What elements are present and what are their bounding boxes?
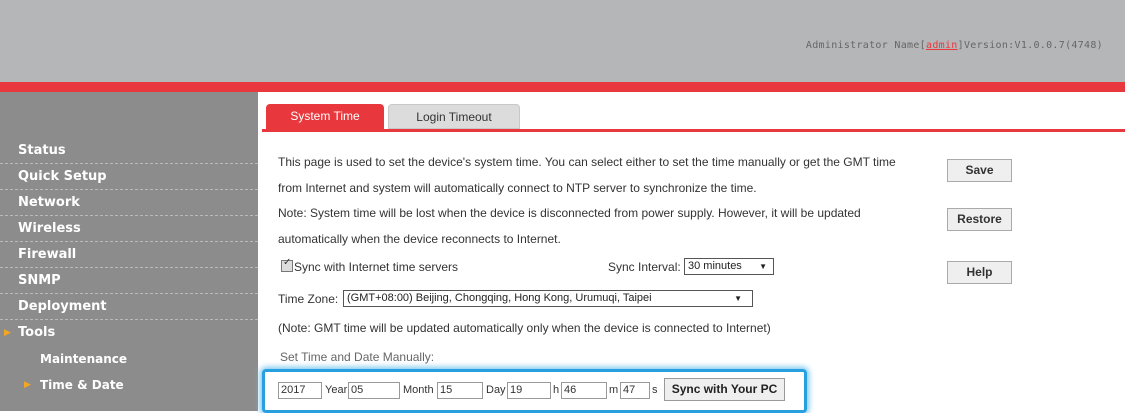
admin-prefix: Administrator Name[	[805, 40, 926, 51]
dropdown-arrow-icon: ▼	[759, 262, 767, 271]
timezone-value: (GMT+08:00) Beijing, Chongqing, Hong Kon…	[347, 292, 652, 304]
save-button[interactable]: Save	[947, 159, 1012, 182]
sidebar-nav: Status Quick Setup Network Wireless Fire…	[0, 138, 258, 398]
sidebar-subitem-label: Maintenance	[40, 352, 128, 366]
note-text-line1: Note: System time will be lost when the …	[278, 206, 861, 220]
tab-system-time[interactable]: System Time	[266, 104, 384, 129]
intro-text-line1: This page is used to set the device's sy…	[278, 155, 896, 169]
dropdown-arrow-icon: ▼	[734, 294, 742, 303]
sidebar-item-quick-setup[interactable]: Quick Setup	[0, 164, 258, 190]
day-unit: Day	[486, 384, 506, 396]
admin-info: Administrator Name[admin]Version:V1.0.0.…	[806, 40, 1103, 51]
hour-unit: h	[553, 384, 560, 396]
sidebar-item-label: SNMP	[18, 273, 61, 288]
sidebar-item-label: Firewall	[18, 247, 77, 262]
top-header: Administrator Name[admin]Version:V1.0.0.…	[0, 0, 1125, 82]
sync-checkbox[interactable]: ✓	[281, 257, 293, 272]
sidebar-subitem-label: Time & Date	[40, 378, 124, 392]
sync-interval-select[interactable]: 30 minutes ▼	[684, 258, 774, 275]
day-input[interactable]: 15	[437, 382, 483, 399]
hour-input[interactable]: 19	[507, 382, 551, 399]
month-input[interactable]: 05	[348, 382, 400, 399]
tab-underline	[262, 129, 1125, 132]
sidebar-item-label: Network	[18, 195, 80, 210]
sidebar-subitem-time-date[interactable]: ▶ Time & Date	[0, 372, 258, 398]
sidebar-item-label: Quick Setup	[18, 169, 107, 184]
year-input[interactable]: 2017	[278, 382, 322, 399]
tab-login-timeout[interactable]: Login Timeout	[388, 104, 520, 129]
restore-button[interactable]: Restore	[947, 208, 1012, 231]
sync-checkbox-label: Sync with Internet time servers	[294, 260, 459, 274]
sidebar-item-deployment[interactable]: Deployment	[0, 294, 258, 320]
triangle-right-icon: ▶	[24, 380, 31, 390]
sidebar-item-firewall[interactable]: Firewall	[0, 242, 258, 268]
sync-checkbox-row: ✓ Sync with Internet time servers	[281, 257, 459, 274]
sidebar-item-label: Deployment	[18, 299, 107, 314]
month-unit: Month	[403, 384, 434, 396]
minute-unit: m	[609, 384, 619, 396]
sidebar-item-network[interactable]: Network	[0, 190, 258, 216]
timezone-select[interactable]: (GMT+08:00) Beijing, Chongqing, Hong Kon…	[343, 290, 753, 307]
sidebar-item-status[interactable]: Status	[0, 138, 258, 164]
sync-interval-value: 30 minutes	[688, 260, 742, 272]
version-text: Version:V1.0.0.7(4748)	[963, 40, 1103, 51]
admin-name-link[interactable]: admin	[926, 40, 958, 51]
minute-input[interactable]: 46	[561, 382, 607, 399]
header-accent-bar	[0, 82, 1125, 92]
sidebar-item-tools[interactable]: ▶ Tools	[0, 320, 258, 346]
triangle-right-icon: ▶	[4, 328, 11, 338]
help-button[interactable]: Help	[947, 261, 1012, 284]
sync-with-pc-button[interactable]: Sync with Your PC	[664, 378, 785, 401]
sidebar-item-wireless[interactable]: Wireless	[0, 216, 258, 242]
second-input[interactable]: 47	[620, 382, 650, 399]
sidebar-item-label: Tools	[18, 325, 56, 340]
manual-time-title: Set Time and Date Manually:	[280, 350, 435, 364]
year-unit: Year	[325, 384, 348, 396]
checkmark-icon: ✓	[283, 257, 292, 268]
second-unit: s	[652, 384, 658, 396]
sidebar-item-label: Status	[18, 143, 66, 158]
timezone-label: Time Zone:	[278, 292, 339, 306]
sidebar-subitem-maintenance[interactable]: Maintenance	[0, 346, 258, 372]
sidebar-item-label: Wireless	[18, 221, 81, 236]
sidebar-item-snmp[interactable]: SNMP	[0, 268, 258, 294]
sync-interval-label: Sync Interval:	[608, 260, 681, 274]
gmt-note: (Note: GMT time will be updated automati…	[278, 321, 771, 335]
intro-text-line2: from Internet and system will automatica…	[278, 181, 757, 195]
note-text-line2: automatically when the device reconnects…	[278, 232, 561, 246]
